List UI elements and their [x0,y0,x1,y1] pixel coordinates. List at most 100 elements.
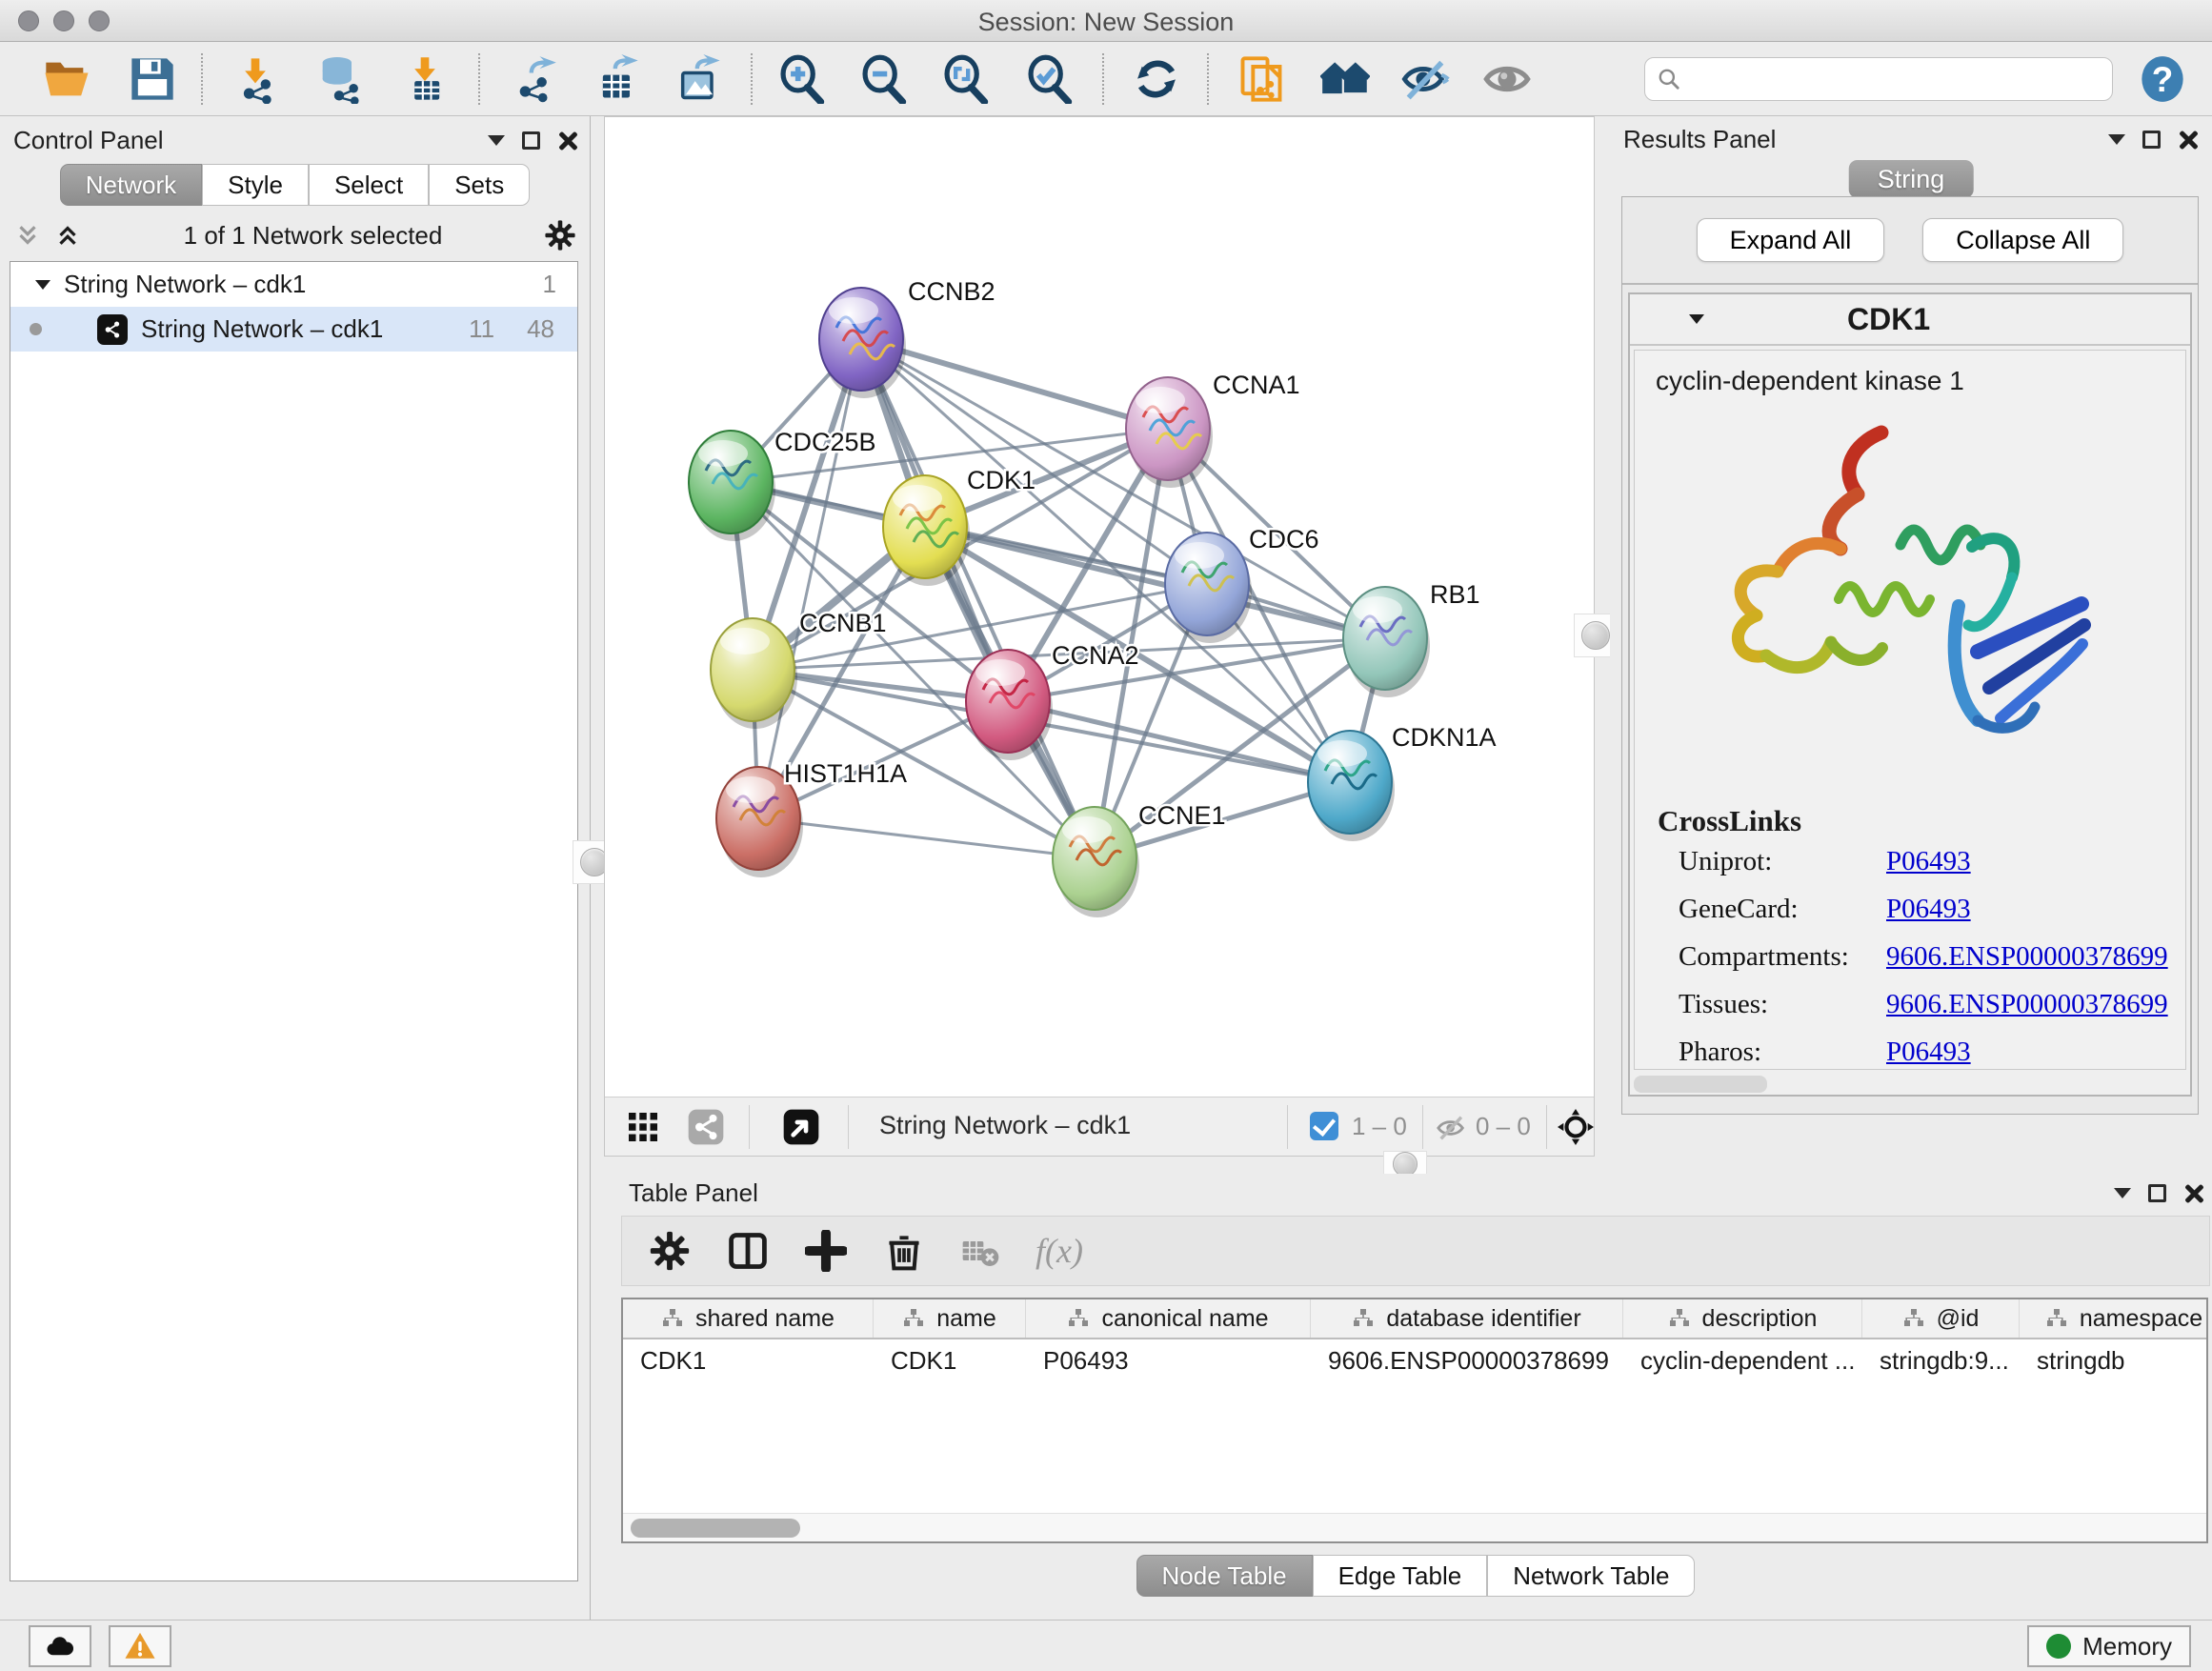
column-header-database-identifier[interactable]: database identifier [1311,1299,1623,1338]
open-session-button[interactable] [38,51,95,107]
network-row[interactable]: String Network – cdk1 11 48 [10,307,577,352]
node-CCNA2[interactable] [966,650,1053,760]
float-panel-icon[interactable] [522,131,540,150]
zoom-fit-button[interactable] [937,51,995,107]
table-cell[interactable]: stringdb:9... [1862,1339,2020,1381]
import-table-file-button[interactable] [396,51,453,107]
zoom-in-button[interactable] [774,51,831,107]
node-CCNE1[interactable] [1053,807,1139,917]
table-cell[interactable]: CDK1 [623,1339,874,1381]
crosslink-link[interactable]: P06493 [1886,1037,1971,1068]
svg-text:?: ? [2152,60,2174,99]
toolbar-search[interactable] [1644,57,2113,101]
node-CCNA1[interactable] [1126,377,1213,488]
crosslink-label: Pharos: [1679,1037,1886,1068]
float-panel-icon[interactable] [2142,131,2161,149]
tab-string[interactable]: String [1849,160,1974,198]
table-hscrollbar[interactable] [623,1513,2206,1541]
collapse-gene-icon[interactable] [1689,314,1704,324]
save-session-button[interactable] [124,51,181,107]
grid-view-icon[interactable] [626,1110,660,1144]
cloud-status-button[interactable] [29,1625,91,1667]
network-tree: String Network – cdk1 1 String Network –… [10,261,578,1581]
import-network-database-button[interactable] [311,51,368,107]
crosslink-link[interactable]: 9606.ENSP00000378699 [1886,989,2168,1020]
collapse-all-button[interactable]: Collapse All [1922,218,2123,262]
import-network-file-button[interactable] [227,51,284,107]
node-CDC25B[interactable] [689,431,775,541]
show-columns-icon[interactable] [727,1230,769,1272]
tab-sets[interactable]: Sets [429,164,530,206]
crosslink-link[interactable]: P06493 [1886,894,1971,925]
expand-all-button[interactable]: Expand All [1697,218,1885,262]
export-network-button[interactable] [505,51,562,107]
node-label-RB1: RB1 [1430,580,1480,609]
edge-CCNB2-HIST1H1A[interactable] [758,339,861,818]
panel-menu-icon[interactable] [2108,134,2125,145]
crosslink-link[interactable]: 9606.ENSP00000378699 [1886,941,2168,973]
tab-network-table[interactable]: Network Table [1487,1555,1695,1597]
table-cell[interactable]: 9606.ENSP00000378699 [1311,1339,1623,1381]
column-header--id[interactable]: @id [1862,1299,2020,1338]
show-all-button[interactable] [1478,51,1536,107]
clone-network-button[interactable] [1233,51,1290,107]
crosslink-link[interactable]: P06493 [1886,846,1971,877]
tab-node-table[interactable]: Node Table [1136,1555,1313,1597]
panel-menu-icon[interactable] [2114,1188,2131,1198]
memory-button[interactable]: Memory [2027,1625,2191,1667]
tab-network[interactable]: Network [60,164,202,206]
node-CDKN1A[interactable] [1308,731,1395,841]
table-cell[interactable]: cyclin-dependent ... [1623,1339,1862,1381]
close-panel-icon[interactable] [557,131,576,150]
refresh-button[interactable] [1128,51,1185,107]
hide-selected-button[interactable] [1397,51,1454,107]
tab-style[interactable]: Style [202,164,309,206]
column-header-description[interactable]: description [1623,1299,1862,1338]
export-image-button[interactable] [671,51,728,107]
add-column-icon[interactable] [805,1230,847,1272]
results-scrollbar-thumb[interactable] [1634,1076,1767,1093]
node-CDK1[interactable] [883,475,970,586]
node-CCNB2[interactable] [819,288,906,398]
stringify-button[interactable] [1317,51,1374,107]
birds-eye-view-icon[interactable] [782,1108,820,1146]
column-header-name[interactable]: name [874,1299,1026,1338]
network-canvas[interactable]: CCNB2CCNA1CDC25BCDK1CDC6RB1CCNB1CCNA2CDK… [605,117,1594,1097]
float-panel-icon[interactable] [2148,1184,2166,1202]
network-view[interactable]: CCNB2CCNA1CDC25BCDK1CDC6RB1CCNB1CCNA2CDK… [604,116,1595,1157]
table-row[interactable]: CDK1CDK1P064939606.ENSP00000378699cyclin… [623,1339,2206,1381]
column-header-canonical-name[interactable]: canonical name [1026,1299,1311,1338]
column-header-shared-name[interactable]: shared name [623,1299,874,1338]
table-cell[interactable]: CDK1 [874,1339,1026,1381]
zoom-out-button[interactable] [855,51,913,107]
warning-status-button[interactable] [109,1625,171,1667]
collapse-all-icon[interactable] [13,221,42,250]
help-button[interactable]: ? [2134,51,2191,107]
table-hscrollbar-thumb[interactable] [631,1519,800,1538]
tree-expander-icon[interactable] [35,280,50,290]
selected-checkbox-icon[interactable] [1310,1112,1338,1140]
table-settings-gear-icon[interactable] [649,1230,691,1272]
panel-menu-icon[interactable] [488,135,505,146]
fit-content-crosshair-icon[interactable] [1558,1109,1594,1145]
search-input[interactable] [1681,60,2112,98]
edge-HIST1H1A-CCNE1[interactable] [758,818,1095,858]
table-cell[interactable]: stringdb [2020,1339,2208,1381]
tab-select[interactable]: Select [309,164,429,206]
splitter-knob[interactable] [1581,621,1610,650]
zoom-selected-button[interactable] [1021,51,1078,107]
table-cell[interactable]: P06493 [1026,1339,1311,1381]
node-CCNB1[interactable] [711,618,797,729]
expand-all-icon[interactable] [53,221,82,250]
network-view-mode-icon[interactable] [687,1108,725,1146]
close-panel-icon[interactable] [2178,130,2197,149]
gear-icon[interactable] [544,219,576,252]
close-panel-icon[interactable] [2183,1183,2202,1202]
network-collection-row[interactable]: String Network – cdk1 1 [10,262,577,307]
delete-column-trash-icon[interactable] [883,1230,925,1272]
tab-edge-table[interactable]: Edge Table [1313,1555,1488,1597]
column-header-namespace[interactable]: namespace [2020,1299,2208,1338]
export-table-button[interactable] [589,51,646,107]
node-RB1[interactable] [1343,587,1430,697]
edge-CCNB2-CCNA1[interactable] [861,339,1168,429]
